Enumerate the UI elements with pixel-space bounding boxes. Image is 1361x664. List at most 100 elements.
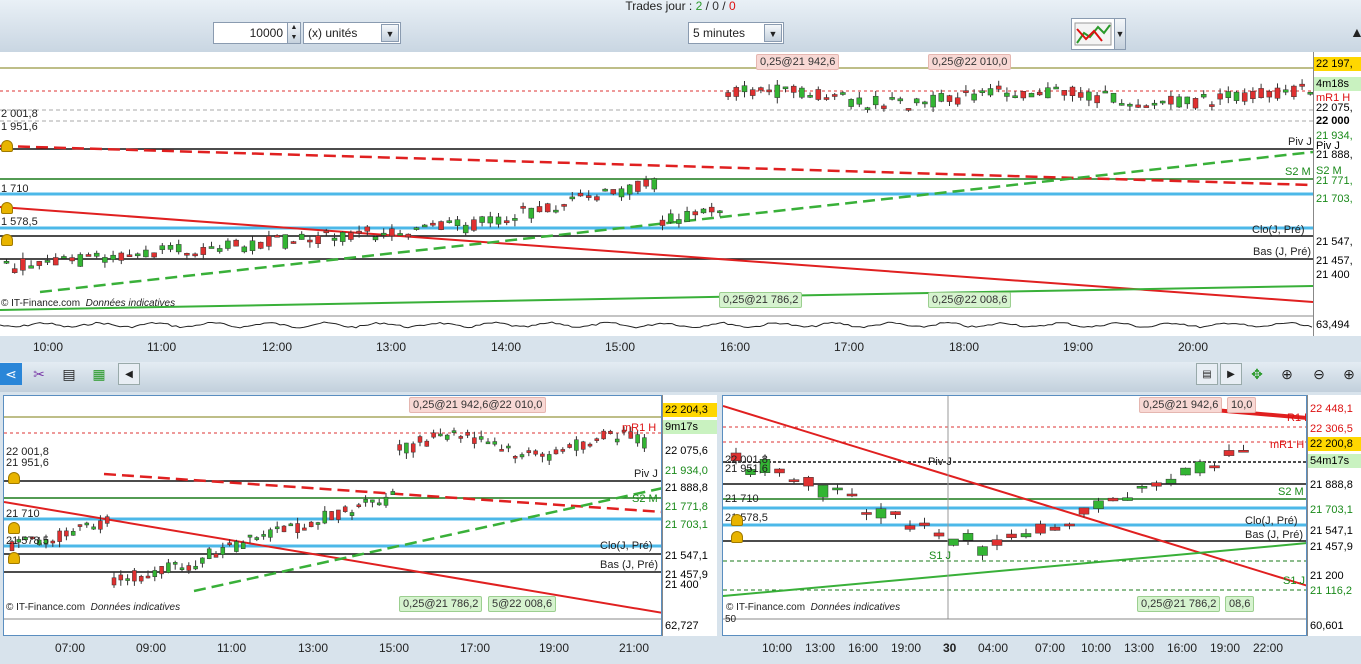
- candle: [397, 233, 403, 236]
- bottom-right-price-axis[interactable]: 22 448,1 22 306,5 22 200,8 54m17s 21 888…: [1307, 395, 1361, 636]
- order-tag[interactable]: 0,25@21 786,2: [1137, 596, 1221, 612]
- zoom-out-icon[interactable]: ⊖: [1308, 363, 1330, 385]
- alert-bell-icon[interactable]: [1, 202, 13, 214]
- candle: [1200, 94, 1207, 98]
- candle: [594, 196, 600, 201]
- candle: [979, 90, 986, 93]
- oscillator-value: 63,494: [1316, 319, 1350, 331]
- time-label: 10:00: [33, 340, 64, 354]
- order-tag[interactable]: 0,25@21 786,2: [399, 596, 483, 612]
- order-tag[interactable]: 0,25@21 942,6: [1139, 397, 1223, 413]
- candle: [424, 440, 430, 447]
- price-label: 22 000: [1316, 115, 1350, 127]
- bottom-left-price-axis[interactable]: 22 204,3 9m17s 22 075,6 21 934,0 21 888,…: [662, 395, 717, 636]
- alert-bell-icon[interactable]: [731, 531, 743, 543]
- candle: [261, 534, 266, 537]
- candle: [1045, 87, 1051, 99]
- order-tag[interactable]: 0,25@21 942,6: [756, 54, 840, 70]
- scissors-icon[interactable]: ✂: [28, 363, 50, 385]
- chevron-down-icon[interactable]: ▼: [764, 24, 782, 42]
- candle: [329, 511, 334, 521]
- candle: [1061, 90, 1068, 96]
- alert-bell-icon[interactable]: [8, 472, 20, 484]
- candle: [85, 254, 92, 257]
- price-label: 21 400: [665, 579, 699, 591]
- menu-icon[interactable]: ▤: [1196, 363, 1218, 385]
- candle: [963, 90, 969, 93]
- candle: [533, 450, 538, 455]
- candle: [717, 210, 723, 214]
- trend-line: [103, 472, 661, 514]
- quantity-input[interactable]: 10000: [213, 22, 288, 44]
- order-tag[interactable]: 0,25@22 008,6: [928, 292, 1012, 308]
- candle: [356, 230, 362, 234]
- bottom-right-chart[interactable]: 0,25@21 942,6 10,0 0,25@21 786,2 08,6 22…: [722, 395, 1307, 636]
- share-icon[interactable]: ⋖: [0, 363, 22, 385]
- candle: [831, 94, 838, 97]
- candle: [519, 454, 525, 458]
- order-tag[interactable]: 5@22 008,6: [488, 596, 557, 612]
- candle: [861, 512, 872, 515]
- time-label: 16:00: [1167, 641, 1198, 655]
- order-tag[interactable]: 10,0: [1227, 397, 1257, 413]
- candle: [77, 254, 84, 267]
- alert-bell-icon[interactable]: [1, 234, 13, 246]
- candle: [471, 219, 477, 231]
- alert-bell-icon[interactable]: [731, 514, 743, 526]
- zoom-in-icon[interactable]: ⊕: [1338, 363, 1360, 385]
- credit-text: © IT-Finance.com: [6, 602, 86, 613]
- alert-bell-icon[interactable]: [8, 552, 20, 564]
- candle: [594, 438, 600, 441]
- alert-bell-icon[interactable]: [1, 140, 13, 152]
- candle: [376, 502, 382, 506]
- bottom-left-time-axis[interactable]: 07:00 09:00 11:00 13:00 15:00 17:00 19:0…: [3, 636, 717, 660]
- candle: [1184, 96, 1191, 105]
- order-tag[interactable]: 0,25@21 942,6@22 010,0: [409, 397, 547, 413]
- bottom-left-chart[interactable]: 0,25@21 942,6@22 010,0 0,25@21 786,2 5@2…: [3, 395, 662, 636]
- settings-icon[interactable]: ▤: [58, 363, 80, 385]
- time-label: 19:00: [1210, 641, 1241, 655]
- candle: [741, 85, 748, 93]
- price-label: 21 703,: [1316, 193, 1353, 205]
- candle: [1122, 497, 1133, 501]
- scroll-right-icon[interactable]: ▶: [1220, 363, 1242, 385]
- crosshair-icon[interactable]: ✥: [1246, 363, 1268, 385]
- candle: [110, 254, 116, 260]
- order-tag[interactable]: 08,6: [1225, 596, 1255, 612]
- alert-bell-icon[interactable]: [8, 522, 20, 534]
- candle: [247, 534, 253, 538]
- credit-text: © IT-Finance.com: [726, 602, 806, 613]
- quantity-stepper[interactable]: ▲ ▼: [287, 22, 301, 44]
- candle: [298, 233, 305, 240]
- main-price-axis[interactable]: 22 197, 4m18s mR1 H 22 075, 22 000 21 93…: [1313, 52, 1361, 336]
- candle: [560, 449, 566, 452]
- chart-style-icon[interactable]: ▦: [88, 363, 110, 385]
- price-label: 21 547,1: [1310, 525, 1353, 537]
- candle: [832, 487, 843, 491]
- candle: [1168, 95, 1174, 105]
- chart-type-button[interactable]: [1071, 18, 1115, 50]
- scroll-left-icon[interactable]: ◀: [118, 363, 140, 385]
- main-time-axis[interactable]: 10:00 11:00 12:00 13:00 14:00 15:00 16:0…: [0, 336, 1361, 358]
- candle: [159, 245, 166, 250]
- time-label: 19:00: [891, 641, 922, 655]
- price-label: 21 934,0: [665, 465, 708, 477]
- candle: [249, 240, 256, 251]
- zoom-fit-icon[interactable]: ⊕: [1276, 363, 1298, 385]
- chevron-down-icon[interactable]: ▼: [381, 24, 399, 42]
- candle: [438, 433, 443, 437]
- order-tag[interactable]: 0,25@22 010,0: [928, 54, 1012, 70]
- line-label: S1 J: [929, 550, 952, 562]
- line-label: Clo(J, Pré): [1245, 515, 1298, 527]
- candle: [1069, 86, 1076, 96]
- chevron-down-icon[interactable]: ▼: [1114, 18, 1126, 50]
- main-chart[interactable]: 0,25@21 942,6 0,25@22 010,0 0,25@21 786,…: [0, 52, 1313, 336]
- time-label: 13:00: [376, 340, 407, 354]
- bottom-right-time-axis[interactable]: 10:00 13:00 16:00 19:00 30 04:00 07:00 1…: [722, 636, 1361, 660]
- scroll-up-icon[interactable]: ▲: [1350, 24, 1361, 40]
- line-label: Clo(J, Pré): [1252, 224, 1305, 236]
- candle: [512, 456, 518, 459]
- candle: [1151, 102, 1158, 106]
- candle: [971, 93, 977, 101]
- order-tag[interactable]: 0,25@21 786,2: [719, 292, 803, 308]
